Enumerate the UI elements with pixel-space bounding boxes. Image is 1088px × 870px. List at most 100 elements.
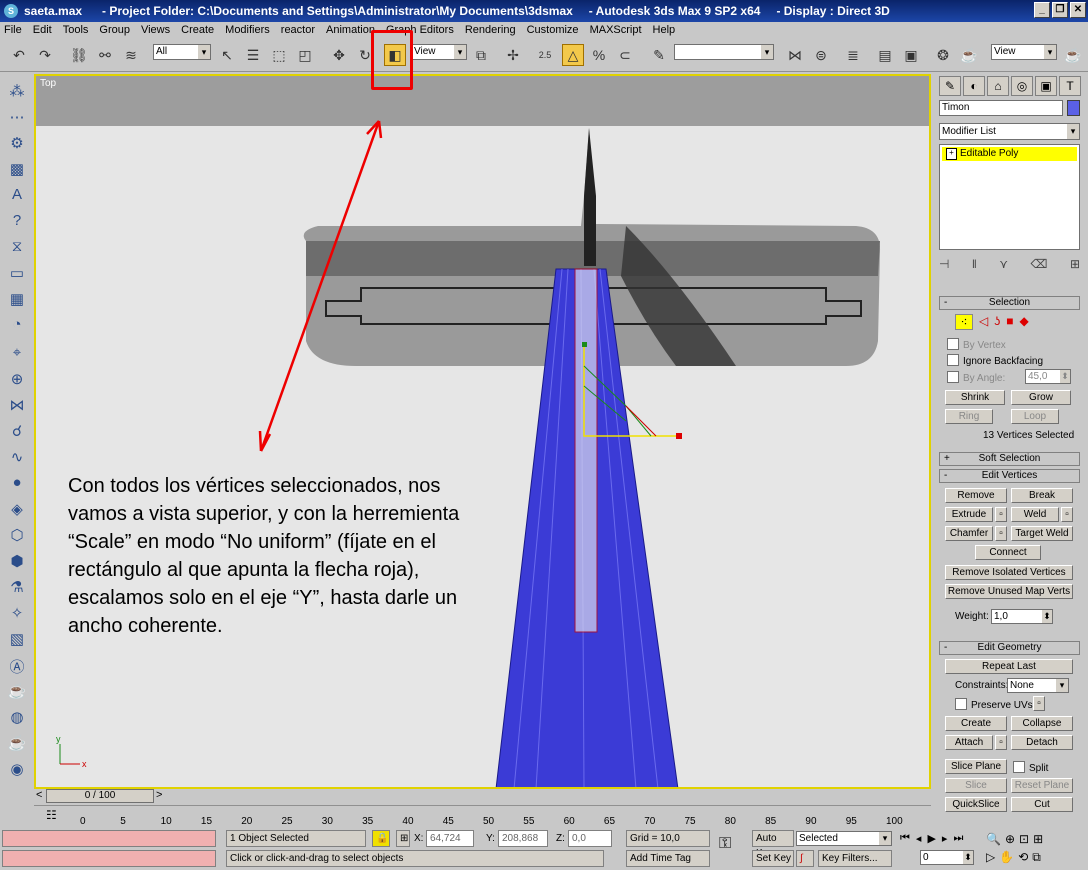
y-coordinate-field[interactable]: 208,868 <box>498 830 548 847</box>
go-to-end-icon[interactable]: ⏭ <box>953 832 963 845</box>
target-weld-button[interactable]: Target Weld <box>1011 526 1073 541</box>
angle-snap-icon[interactable]: △ <box>562 44 584 66</box>
schematic-view-icon[interactable]: ▣ <box>900 44 922 66</box>
vertex-icon[interactable]: ⁖ <box>955 314 973 330</box>
loop-button[interactable]: Loop <box>1011 409 1059 424</box>
chamfer-settings-button[interactable]: ▫ <box>995 526 1007 541</box>
track-bar[interactable]: ☷ 0 5 10 15 20 25 30 35 40 45 50 55 60 65 70 75 80 85 90 95… <box>34 805 931 827</box>
connect-button[interactable]: Connect <box>975 545 1041 560</box>
by-vertex-checkbox[interactable]: By Vertex <box>947 338 1006 351</box>
spinner-snap-icon[interactable]: ⊂ <box>614 44 636 66</box>
break-button[interactable]: Break <box>1011 488 1073 503</box>
play-icon[interactable]: ▶ <box>927 832 935 845</box>
edit-vertices-rollout-title[interactable]: - Edit Vertices <box>939 469 1080 483</box>
remove-modifier-icon[interactable]: ⌫ <box>1031 257 1048 271</box>
reference-coordinate-dropdown[interactable]: View <box>411 44 467 60</box>
menu-rendering[interactable]: Rendering <box>465 24 516 36</box>
make-unique-icon[interactable]: ⋎ <box>999 257 1008 271</box>
by-angle-checkbox[interactable]: By Angle: <box>947 371 1005 384</box>
selection-rollout-title[interactable]: - Selection <box>939 296 1080 310</box>
redo-icon[interactable]: ↷ <box>34 44 56 66</box>
add-time-tag-button[interactable]: Add Time Tag <box>626 850 710 867</box>
detach-button[interactable]: Detach <box>1011 735 1073 750</box>
object-name-field[interactable]: Timon <box>939 100 1063 116</box>
render-scene-icon[interactable]: ☕ <box>958 44 980 66</box>
menu-maxscript[interactable]: MAXScript <box>590 24 642 36</box>
field-of-view-icon[interactable]: ▷ <box>986 850 995 865</box>
zoom-all-icon[interactable]: ⊕ <box>1005 832 1015 846</box>
poly-icon[interactable]: ⬢ <box>6 552 28 572</box>
wave-icon[interactable]: ∿ <box>6 448 28 468</box>
constraints-dropdown[interactable]: None <box>1007 678 1069 693</box>
pin-stack-icon[interactable]: ⊣ <box>939 257 949 271</box>
select-object-icon[interactable]: ↖ <box>216 44 238 66</box>
cut-button[interactable]: Cut <box>1011 797 1073 812</box>
curve-editor-icon[interactable]: ▤ <box>874 44 896 66</box>
time-prev-icon[interactable]: < <box>36 789 42 801</box>
selection-filter-dropdown[interactable]: All <box>153 44 211 60</box>
collapse-button[interactable]: Collapse <box>1011 716 1073 731</box>
select-link-icon[interactable]: ⛓ <box>68 44 90 66</box>
render-view-dropdown[interactable]: View <box>991 44 1057 60</box>
layers-icon[interactable]: ◈ <box>6 500 28 520</box>
quick-render-icon[interactable]: ☕ <box>1062 44 1084 66</box>
select-by-name-icon[interactable]: ☰ <box>242 44 264 66</box>
modify-tab-icon[interactable]: ◐ <box>963 76 985 96</box>
weight-spinner[interactable]: 1,0 <box>991 609 1053 624</box>
menu-animation[interactable]: Animation <box>326 24 375 36</box>
sphere-icon[interactable]: ● <box>6 474 28 494</box>
quickslice-button[interactable]: QuickSlice <box>945 797 1007 812</box>
preserve-uvs-checkbox[interactable]: Preserve UVs <box>955 698 1033 711</box>
edge-icon[interactable]: ◁ <box>979 314 988 330</box>
text-box-icon[interactable]: Ⓐ <box>6 656 28 676</box>
ignore-backfacing-checkbox[interactable]: Ignore Backfacing <box>947 354 1043 367</box>
default-tangent-icon[interactable]: ∫ <box>796 850 814 867</box>
cube-icon[interactable]: ⬡ <box>6 526 28 546</box>
hierarchy-tab-icon[interactable]: ⌂ <box>987 76 1009 96</box>
shrink-button[interactable]: Shrink <box>945 390 1005 405</box>
key-filters-button[interactable]: Key Filters... <box>818 850 892 867</box>
current-frame-spinner[interactable]: 0 <box>920 850 974 865</box>
preserve-uvs-settings-button[interactable]: ▫ <box>1033 696 1045 711</box>
gizmo-y-handle[interactable] <box>582 342 587 347</box>
grow-button[interactable]: Grow <box>1011 390 1071 405</box>
menu-edit[interactable]: Edit <box>33 24 52 36</box>
mirror-icon[interactable]: ⋈ <box>784 44 806 66</box>
chamfer-button[interactable]: Chamfer <box>945 526 993 541</box>
element-icon[interactable]: ◆ <box>1019 314 1028 330</box>
utilities-tab-icon[interactable]: T <box>1059 76 1081 96</box>
edit-named-selection-icon[interactable]: ✎ <box>648 44 670 66</box>
zoom-extents-icon[interactable]: ⊡ <box>1019 832 1029 846</box>
align-icon[interactable]: ⊜ <box>810 44 832 66</box>
object-color-swatch[interactable] <box>1067 100 1080 116</box>
slice-button[interactable]: Slice <box>945 778 1007 793</box>
percent-snap-icon[interactable]: % <box>588 44 610 66</box>
remove-isolated-vertices-button[interactable]: Remove Isolated Vertices <box>945 565 1073 580</box>
box-icon[interactable]: ▭ <box>6 264 28 284</box>
create-tab-icon[interactable]: ✎ <box>939 76 961 96</box>
orbit-icon[interactable]: ⟲ <box>1018 850 1028 865</box>
extrude-button[interactable]: Extrude <box>945 507 993 522</box>
zoom-extents-all-icon[interactable]: ⊞ <box>1033 832 1043 846</box>
crosshair-icon[interactable]: ⌖ <box>6 344 28 364</box>
render-icon[interactable]: ◉ <box>6 760 28 780</box>
show-end-result-icon[interactable]: ǁ <box>972 257 977 271</box>
z-coordinate-field[interactable]: 0,0 <box>568 830 612 847</box>
create-button[interactable]: Create <box>945 716 1007 731</box>
text-icon[interactable]: A <box>6 186 28 206</box>
menu-group[interactable]: Group <box>99 24 130 36</box>
restore-button[interactable]: ❐ <box>1052 2 1068 18</box>
time-slider[interactable]: < 0 / 100 > <box>34 789 931 803</box>
particle-icon[interactable]: ⁂ <box>6 82 28 102</box>
soft-selection-rollout-title[interactable]: + Soft Selection <box>939 452 1080 466</box>
menu-views[interactable]: Views <box>141 24 170 36</box>
maxscript-output-field[interactable] <box>2 850 216 867</box>
reset-plane-button[interactable]: Reset Plane <box>1011 778 1073 793</box>
polygon-icon[interactable]: ■ <box>1006 314 1013 330</box>
remove-unused-map-verts-button[interactable]: Remove Unused Map Verts <box>945 584 1073 599</box>
previous-frame-icon[interactable]: ◂ <box>916 832 922 845</box>
globe-icon[interactable]: ◍ <box>6 708 28 728</box>
menu-tools[interactable]: Tools <box>63 24 89 36</box>
checker-icon[interactable]: ▩ <box>6 160 28 180</box>
top-viewport[interactable]: Top y x <box>34 74 931 789</box>
